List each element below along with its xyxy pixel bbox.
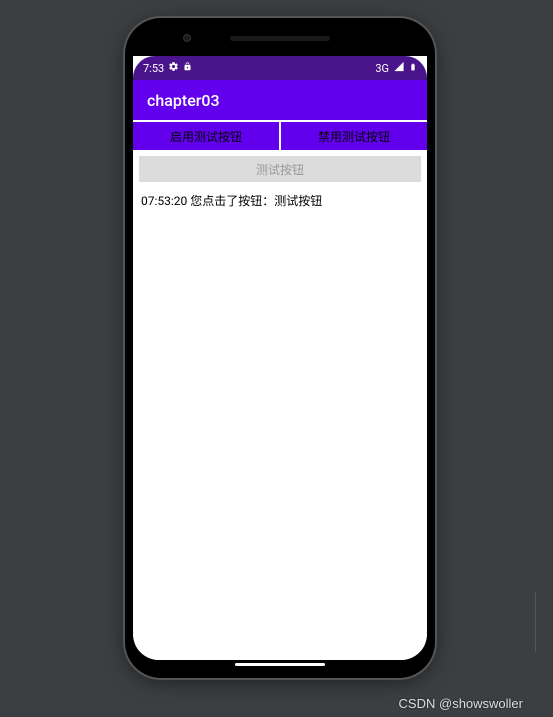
signal-icon: [393, 61, 405, 75]
status-time: 7:53: [143, 62, 164, 75]
camera-dot: [183, 34, 191, 42]
lock-icon: [183, 61, 192, 75]
enable-test-button[interactable]: 启用测试按钮: [133, 122, 279, 150]
phone-screen: 7:53 3G: [133, 56, 427, 660]
side-panel-fragment: [535, 592, 553, 652]
phone-bezel: 7:53 3G: [133, 26, 427, 670]
phone-frame: 7:53 3G: [125, 18, 435, 678]
status-bar: 7:53 3G: [133, 56, 427, 80]
test-button-area: 测试按钮: [133, 150, 427, 188]
app-bar: chapter03: [133, 80, 427, 120]
watermark: CSDN @showswoller: [399, 696, 523, 711]
log-output: 07:53:20 您点击了按钮：测试按钮: [133, 188, 427, 660]
navigation-handle[interactable]: [235, 663, 325, 666]
gear-icon: [168, 61, 179, 75]
network-label: 3G: [375, 62, 389, 75]
status-right: 3G: [375, 61, 417, 76]
log-message: 07:53:20 您点击了按钮：测试按钮: [141, 194, 322, 208]
app-title: chapter03: [147, 91, 220, 110]
test-button: 测试按钮: [139, 156, 421, 182]
status-left: 7:53: [143, 61, 192, 75]
battery-icon: [409, 61, 417, 76]
speaker-grille: [230, 36, 330, 41]
disable-test-button[interactable]: 禁用测试按钮: [281, 122, 427, 150]
button-row: 启用测试按钮 禁用测试按钮: [133, 120, 427, 150]
